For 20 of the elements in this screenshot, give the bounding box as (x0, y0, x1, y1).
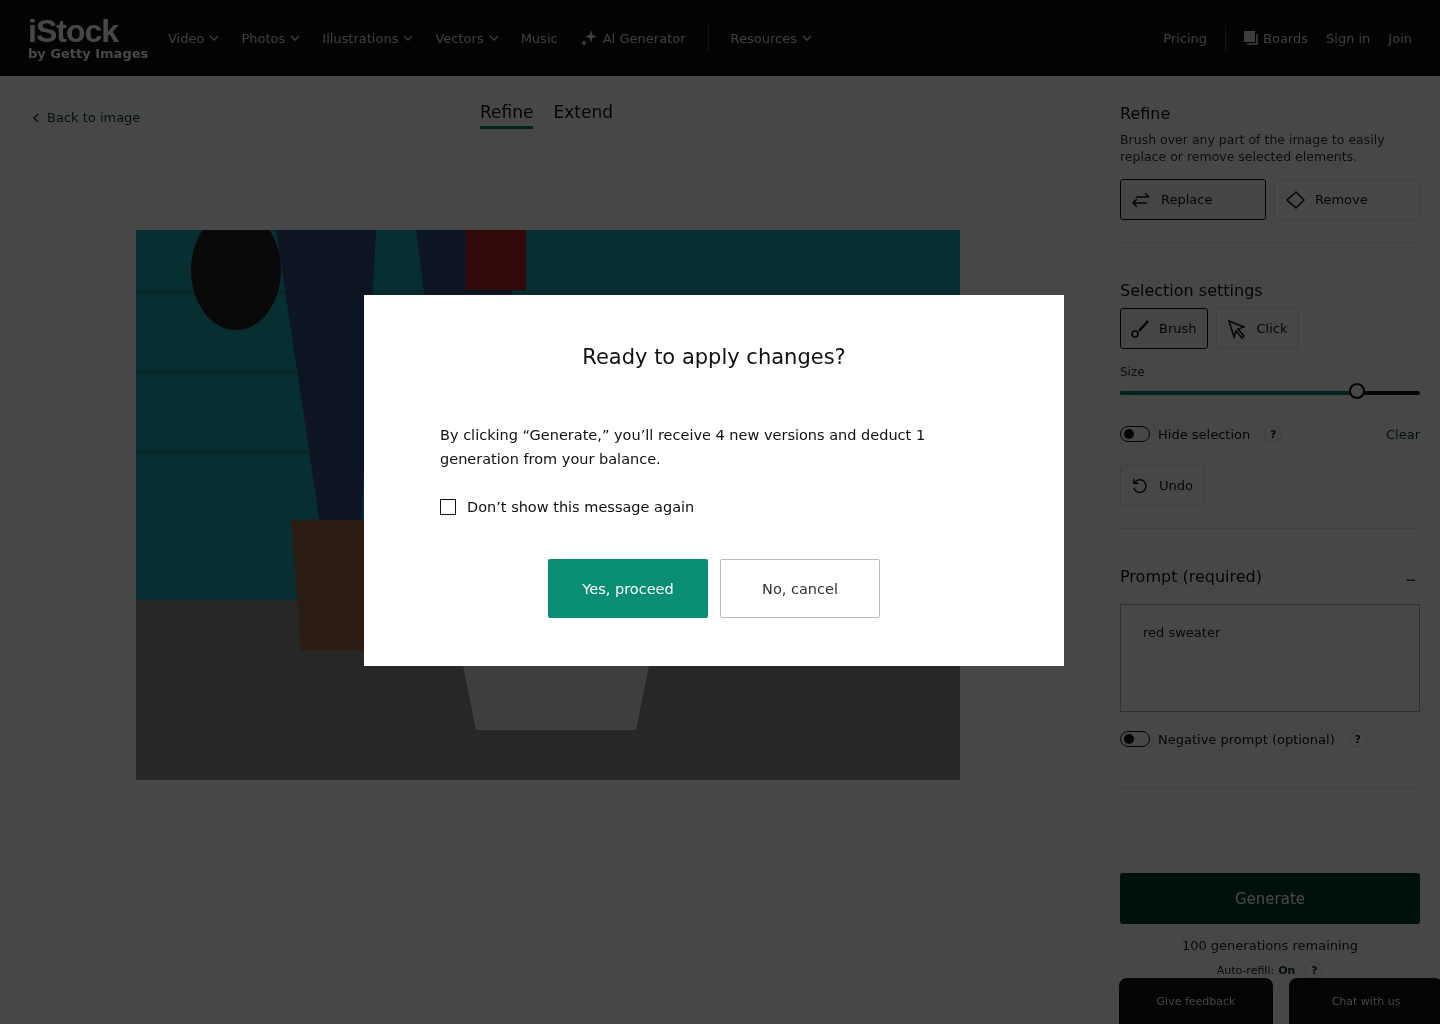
collapse-button[interactable]: − (1401, 570, 1420, 591)
toggle-label: Hide selection (1158, 426, 1251, 442)
auto-refill-status[interactable]: On (1278, 963, 1296, 977)
cancel-button[interactable]: No, cancel (720, 559, 880, 618)
size-label: Size (1120, 365, 1146, 379)
checkbox[interactable] (440, 499, 456, 515)
dialog-title: Ready to apply changes? (581, 345, 847, 369)
remaining-count: 100 generations remaining (1181, 938, 1359, 953)
panel-description: Brush over any part of the image to easily replace or remove selected elements. (1120, 131, 1386, 165)
section-title: Selection settings (1120, 281, 1264, 300)
confirm-button[interactable]: Yes, proceed (548, 559, 708, 618)
checkbox-label[interactable]: Don’t show this message again (467, 499, 695, 515)
toggle-label: Negative prompt (optional) (1158, 731, 1335, 747)
auto-refill-label: Auto-refill: (1216, 963, 1275, 977)
clear-link[interactable]: Clear (1386, 426, 1420, 442)
tab[interactable]: Extend (553, 102, 613, 129)
panel-title: Refine (1120, 104, 1172, 123)
dialog-message: By clicking “Generate,” you’ll receive 4 new versions and deduct 1 generation from your balance. (440, 426, 927, 469)
section-title: Prompt (required) (1120, 567, 1262, 586)
logo-tagline: by Getty Images (28, 45, 150, 61)
